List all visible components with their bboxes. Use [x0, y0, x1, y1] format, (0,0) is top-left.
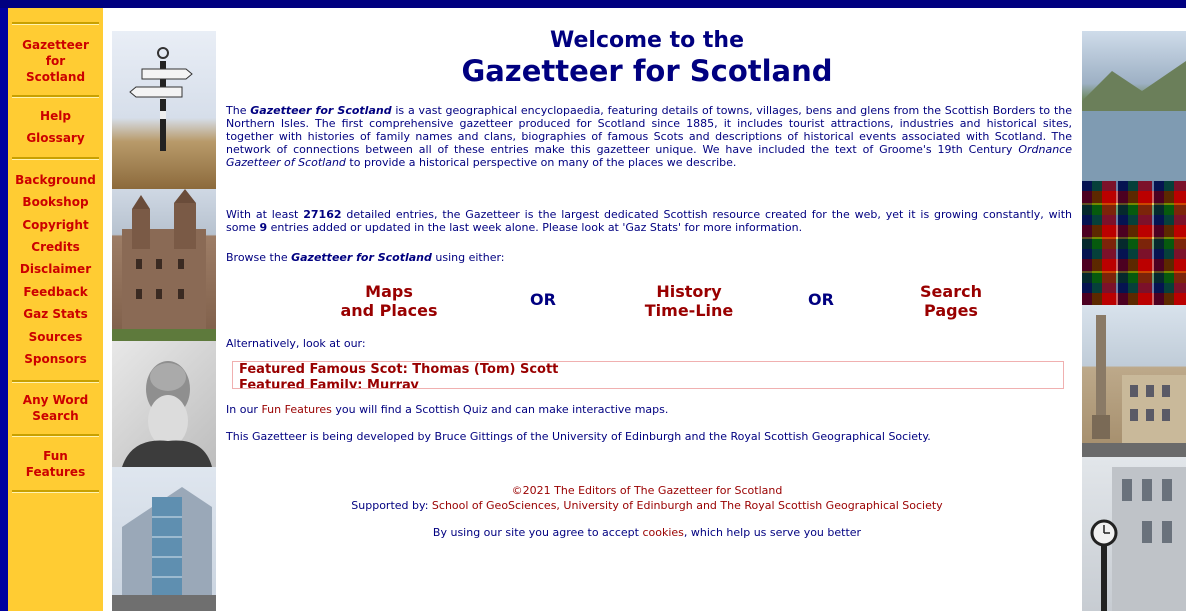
- nav-fun-features[interactable]: Fun Features: [8, 448, 103, 480]
- castle-icon: [112, 189, 216, 341]
- cookies-notice: By using our site you agree to accept co…: [432, 526, 862, 539]
- featured-famous-scot[interactable]: Featured Famous Scot: Thomas (Tom) Scott: [233, 362, 1063, 378]
- welcome-heading: Welcome to the: [550, 28, 744, 53]
- featured-family[interactable]: Featured Family: Murray: [233, 378, 1063, 388]
- loch-photo: [1082, 31, 1186, 181]
- copyright-text: ©2021 The Editors of The Gazetteer for S…: [511, 484, 783, 497]
- left-navigation: Gazetteer for Scotland Help Glossary Bac…: [8, 8, 103, 611]
- signpost-icon: [129, 47, 193, 151]
- browse-title: Gazetteer for Scotland: [291, 251, 432, 264]
- tartan-photo: [1082, 181, 1186, 305]
- supporters-link[interactable]: School of GeoSciences, University of Edi…: [432, 499, 943, 512]
- nav-divider: [12, 22, 99, 25]
- stats-paragraph: With at least 27162 detailed entries, th…: [226, 208, 1072, 234]
- nav-divider: [12, 490, 99, 493]
- monument-photo: [1082, 305, 1186, 457]
- nav-divider: [12, 95, 99, 98]
- nav-copyright[interactable]: Copyright: [8, 217, 103, 233]
- cookies-link[interactable]: cookies: [642, 526, 683, 539]
- intro-title: Gazetteer for Scotland: [250, 104, 392, 117]
- nav-background[interactable]: Background: [8, 172, 103, 188]
- page: Gazetteer for Scotland Help Glossary Bac…: [0, 8, 1186, 611]
- nav-bookshop[interactable]: Bookshop: [8, 194, 103, 210]
- building-icon: [112, 487, 216, 611]
- nav-divider: [12, 157, 99, 160]
- nav-glossary[interactable]: Glossary: [8, 130, 103, 146]
- nav-disclaimer[interactable]: Disclaimer: [8, 261, 103, 277]
- clock-street-photo: [1082, 457, 1186, 611]
- intro-paragraph: The Gazetteer for Scotland is a vast geo…: [226, 104, 1072, 169]
- weekly-count: 9: [259, 221, 268, 234]
- supported-by: Supported by: School of GeoSciences, Uni…: [351, 499, 943, 512]
- history-timeline-link[interactable]: History Time-Line: [634, 282, 744, 320]
- fun-features-link[interactable]: Fun Features: [261, 403, 331, 416]
- nav-gaz-stats[interactable]: Gaz Stats: [8, 306, 103, 322]
- nav-divider: [12, 434, 99, 437]
- maps-and-places-link[interactable]: Maps and Places: [334, 282, 444, 320]
- alternatively-text: Alternatively, look at our:: [226, 337, 366, 350]
- developed-text: This Gazetteer is being developed by Bru…: [226, 430, 931, 443]
- nav-sources[interactable]: Sources: [8, 329, 103, 345]
- signpost-photo: [112, 31, 216, 189]
- nav-sponsors[interactable]: Sponsors: [8, 351, 103, 367]
- featured-ticker: Featured Famous Scot: Thomas (Tom) Scott…: [232, 361, 1064, 389]
- site-title: Gazetteer for Scotland: [461, 54, 833, 88]
- loch-icon: [1082, 61, 1186, 181]
- nav-help[interactable]: Help: [8, 108, 103, 124]
- clock-icon: [1090, 467, 1186, 611]
- shopping-centre-photo: [112, 467, 216, 611]
- or-label: OR: [530, 290, 556, 309]
- or-label: OR: [808, 290, 834, 309]
- portrait-photo: [112, 341, 216, 467]
- browse-text: Browse the Gazetteer for Scotland using …: [226, 251, 505, 264]
- portrait-icon: [122, 361, 212, 467]
- nav-home[interactable]: Gazetteer for Scotland: [8, 37, 103, 85]
- castle-photo: [112, 189, 216, 341]
- monument-icon: [1082, 315, 1186, 457]
- fun-features-text: In our Fun Features you will find a Scot…: [226, 403, 669, 416]
- nav-feedback[interactable]: Feedback: [8, 284, 103, 300]
- nav-credits[interactable]: Credits: [8, 239, 103, 255]
- entry-count: 27162: [303, 208, 342, 221]
- nav-divider: [12, 380, 99, 383]
- nav-any-word-search[interactable]: Any Word Search: [8, 392, 103, 424]
- search-pages-link[interactable]: Search Pages: [896, 282, 1006, 320]
